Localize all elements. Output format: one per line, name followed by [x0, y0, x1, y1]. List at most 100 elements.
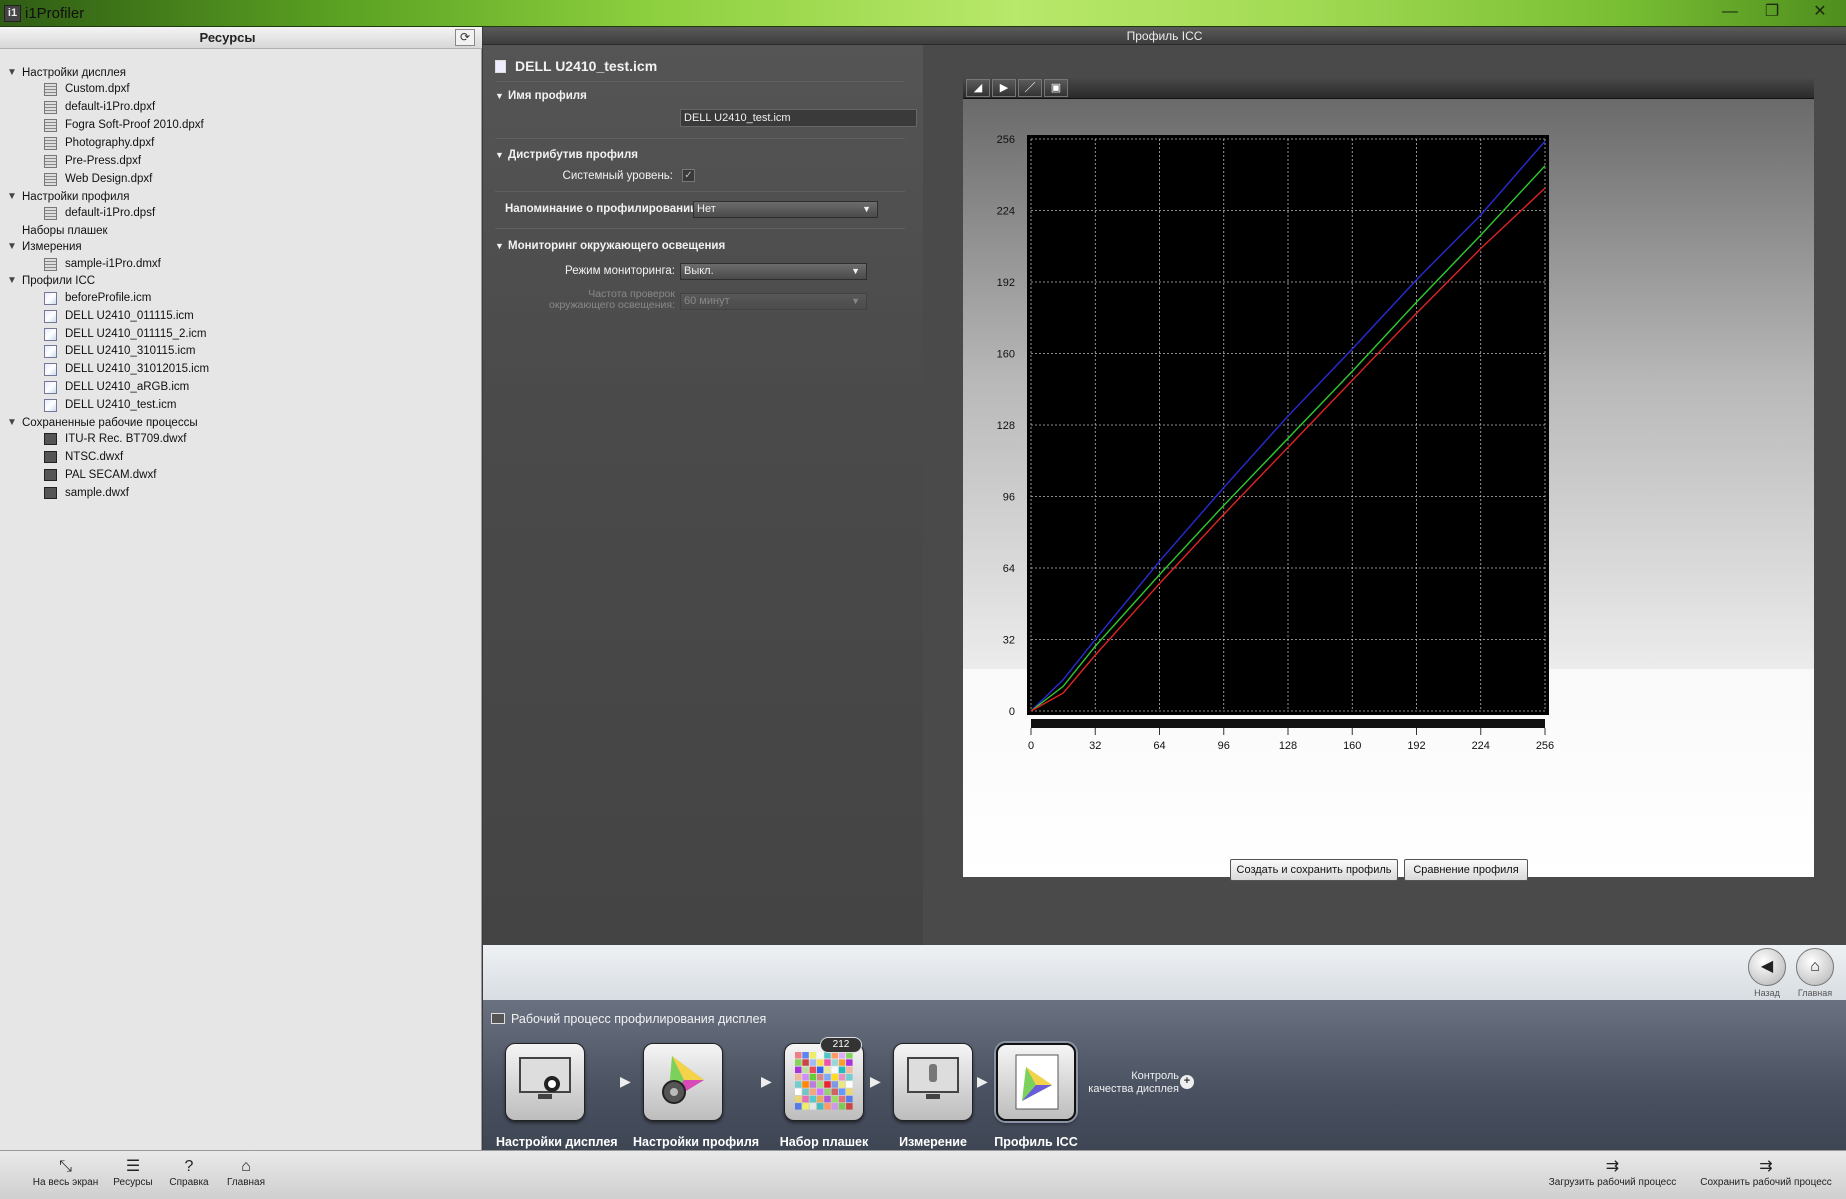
- step-label: Настройки дисплея: [496, 1135, 618, 1149]
- step-display-settings[interactable]: [505, 1043, 585, 1121]
- collapse-toggle-icon[interactable]: ▼: [7, 272, 17, 290]
- curve-view-icon[interactable]: ／: [1018, 79, 1042, 97]
- tree-group[interactable]: Наборы плашек: [0, 222, 480, 240]
- workflow-file-icon: [44, 451, 57, 464]
- save-workflow-icon: ⇉: [1759, 1158, 1773, 1175]
- x-tick-label: 192: [1407, 740, 1425, 749]
- file-icon: [44, 345, 57, 359]
- file-icon: [44, 309, 57, 323]
- refresh-icon[interactable]: ⟳: [455, 29, 475, 46]
- tree-item[interactable]: DELL U2410_310115.icm: [0, 342, 480, 360]
- tree-item[interactable]: Custom.dpxf: [0, 80, 480, 98]
- collapse-toggle-icon[interactable]: ▼: [7, 414, 17, 432]
- add-icon[interactable]: +: [1180, 1075, 1194, 1089]
- main-panel: Профиль ICC DELL U2410_test.icm ▼ Имя пр…: [483, 27, 1846, 945]
- x-tick-label: 64: [1153, 740, 1165, 749]
- home-bottom-button[interactable]: ⌂ Главная: [221, 1157, 271, 1188]
- create-save-profile-button[interactable]: Создать и сохранить профиль: [1230, 859, 1398, 881]
- fullscreen-button[interactable]: ⤡ На весь экран: [28, 1157, 103, 1188]
- workflow-strip: Рабочий процесс профилирования дисплея ▶…: [483, 1000, 1846, 1150]
- image-view-icon[interactable]: ▣: [1044, 79, 1068, 97]
- file-icon: [44, 119, 57, 133]
- tree-item[interactable]: default-i1Pro.dpsf: [0, 204, 480, 222]
- patch-count-badge: 212: [820, 1037, 862, 1053]
- tree-item[interactable]: default-i1Pro.dpxf: [0, 98, 480, 116]
- step-icc-profile[interactable]: [996, 1043, 1076, 1121]
- tree-item-label: Custom.dpxf: [65, 83, 130, 96]
- tree-item[interactable]: PAL SECAM.dwxf: [0, 466, 480, 484]
- tree-item[interactable]: Web Design.dpxf: [0, 170, 480, 188]
- filename-field[interactable]: DELL U2410_test.icm: [680, 109, 917, 127]
- tree-group[interactable]: ▼ Настройки профиля: [0, 188, 480, 206]
- file-icon: [44, 154, 57, 168]
- compare-profile-button[interactable]: Сравнение профиля: [1404, 859, 1528, 881]
- collapse-toggle-icon[interactable]: ▼: [7, 188, 17, 206]
- tree-item[interactable]: DELL U2410_test.icm: [0, 396, 480, 414]
- tree-item-label: sample-i1Pro.dmxf: [65, 257, 161, 270]
- tree-group[interactable]: ▼ Настройки дисплея: [0, 64, 480, 82]
- gamut-view-icon[interactable]: ◢: [966, 79, 990, 97]
- tree-item[interactable]: DELL U2410_aRGB.icm: [0, 378, 480, 396]
- collapse-toggle-icon[interactable]: ▼: [495, 91, 504, 101]
- minimize-button[interactable]: —: [1710, 1, 1750, 23]
- step-profile-settings[interactable]: [643, 1043, 723, 1121]
- tree-item[interactable]: NTSC.dwxf: [0, 448, 480, 466]
- file-icon: [44, 172, 57, 186]
- y-tick-label: 96: [1003, 492, 1015, 504]
- help-button[interactable]: ? Справка: [164, 1157, 214, 1188]
- x-tick-label: 32: [1089, 740, 1101, 749]
- tree-item-label: DELL U2410_31012015.icm: [65, 363, 210, 376]
- tree-item-label: Web Design.dpxf: [65, 172, 153, 185]
- check-frequency-select[interactable]: 60 минут ▼: [680, 293, 867, 310]
- maximize-button[interactable]: ❐: [1752, 1, 1792, 23]
- distribution-section[interactable]: Дистрибутив профиля: [508, 149, 638, 161]
- tree-item[interactable]: ITU-R Rec. BT709.dwxf: [0, 430, 480, 448]
- tree-item[interactable]: Photography.dpxf: [0, 134, 480, 152]
- save-workflow-button[interactable]: ⇉ Сохранить рабочий процесс: [1693, 1157, 1839, 1188]
- tree-group-label: Наборы плашек: [22, 224, 108, 237]
- tree-item[interactable]: DELL U2410_011115.icm: [0, 307, 480, 325]
- tree-item-label: DELL U2410_011115_2.icm: [65, 327, 207, 340]
- check-frequency-value: 60 минут: [684, 295, 730, 307]
- title-bar: i1 i1Profiler — ❐ ✕: [0, 0, 1846, 27]
- check-frequency-label: Частота проверок окружающего освещения:: [549, 288, 675, 311]
- tree-item[interactable]: Pre-Press.dpxf: [0, 152, 480, 170]
- step-arrow-icon: ▶: [620, 1073, 631, 1089]
- tree-group[interactable]: ▼ Профили ICC: [0, 272, 480, 290]
- display-quality-label[interactable]: Контроль качества дисплея: [1079, 1070, 1179, 1096]
- step-measurement[interactable]: [893, 1043, 973, 1121]
- tree-group[interactable]: ▼ Измерения: [0, 238, 480, 256]
- resources-button[interactable]: ☰ Ресурсы: [108, 1157, 158, 1188]
- tree-item[interactable]: Fogra Soft-Proof 2010.dpxf: [0, 116, 480, 134]
- tree-item-label: beforeProfile.icm: [65, 291, 152, 304]
- tree-item[interactable]: beforeProfile.icm: [0, 289, 480, 307]
- navigation-strip: ◀ Назад ⌂ Главная: [483, 945, 1846, 1000]
- system-level-checkbox[interactable]: ✓: [682, 169, 695, 182]
- chart-toolbar: ◢ ▶ ／ ▣: [963, 77, 1814, 99]
- profile-file-icon: [495, 60, 506, 73]
- reminder-select[interactable]: Нет ▼: [693, 201, 878, 218]
- tree-item-label: sample.dwxf: [65, 487, 129, 499]
- collapse-toggle-icon[interactable]: ▼: [495, 150, 504, 160]
- tree-item[interactable]: DELL U2410_011115_2.icm: [0, 325, 480, 343]
- reminder-value: Нет: [697, 203, 716, 215]
- collapse-toggle-icon[interactable]: ▼: [7, 64, 17, 82]
- tree-group[interactable]: ▼ Сохраненные рабочие процессы: [0, 414, 480, 432]
- close-button[interactable]: ✕: [1800, 1, 1840, 23]
- tree-item-label: ITU-R Rec. BT709.dwxf: [65, 433, 187, 446]
- load-workflow-button[interactable]: ⇉ Загрузить рабочий процесс: [1545, 1157, 1680, 1188]
- collapse-toggle-icon[interactable]: ▼: [495, 241, 504, 251]
- ambient-monitoring-section[interactable]: Мониторинг окружающего освещения: [508, 240, 725, 252]
- tree-item[interactable]: sample.dwxf: [0, 484, 480, 502]
- home-button[interactable]: ⌂: [1796, 948, 1834, 986]
- step-patch-set[interactable]: [784, 1043, 864, 1121]
- collapse-toggle-icon[interactable]: ▼: [7, 238, 17, 256]
- profile-name-section[interactable]: Имя профиля: [508, 90, 587, 102]
- tree-item[interactable]: DELL U2410_31012015.icm: [0, 360, 480, 378]
- pointer-tool-icon[interactable]: ▶: [992, 79, 1016, 97]
- back-button[interactable]: ◀: [1748, 948, 1786, 986]
- step-arrow-icon: ▶: [761, 1073, 772, 1089]
- main-title: Профиль ICC: [1126, 29, 1203, 43]
- tree-item[interactable]: sample-i1Pro.dmxf: [0, 255, 480, 273]
- monitoring-mode-select[interactable]: Выкл. ▼: [680, 263, 867, 280]
